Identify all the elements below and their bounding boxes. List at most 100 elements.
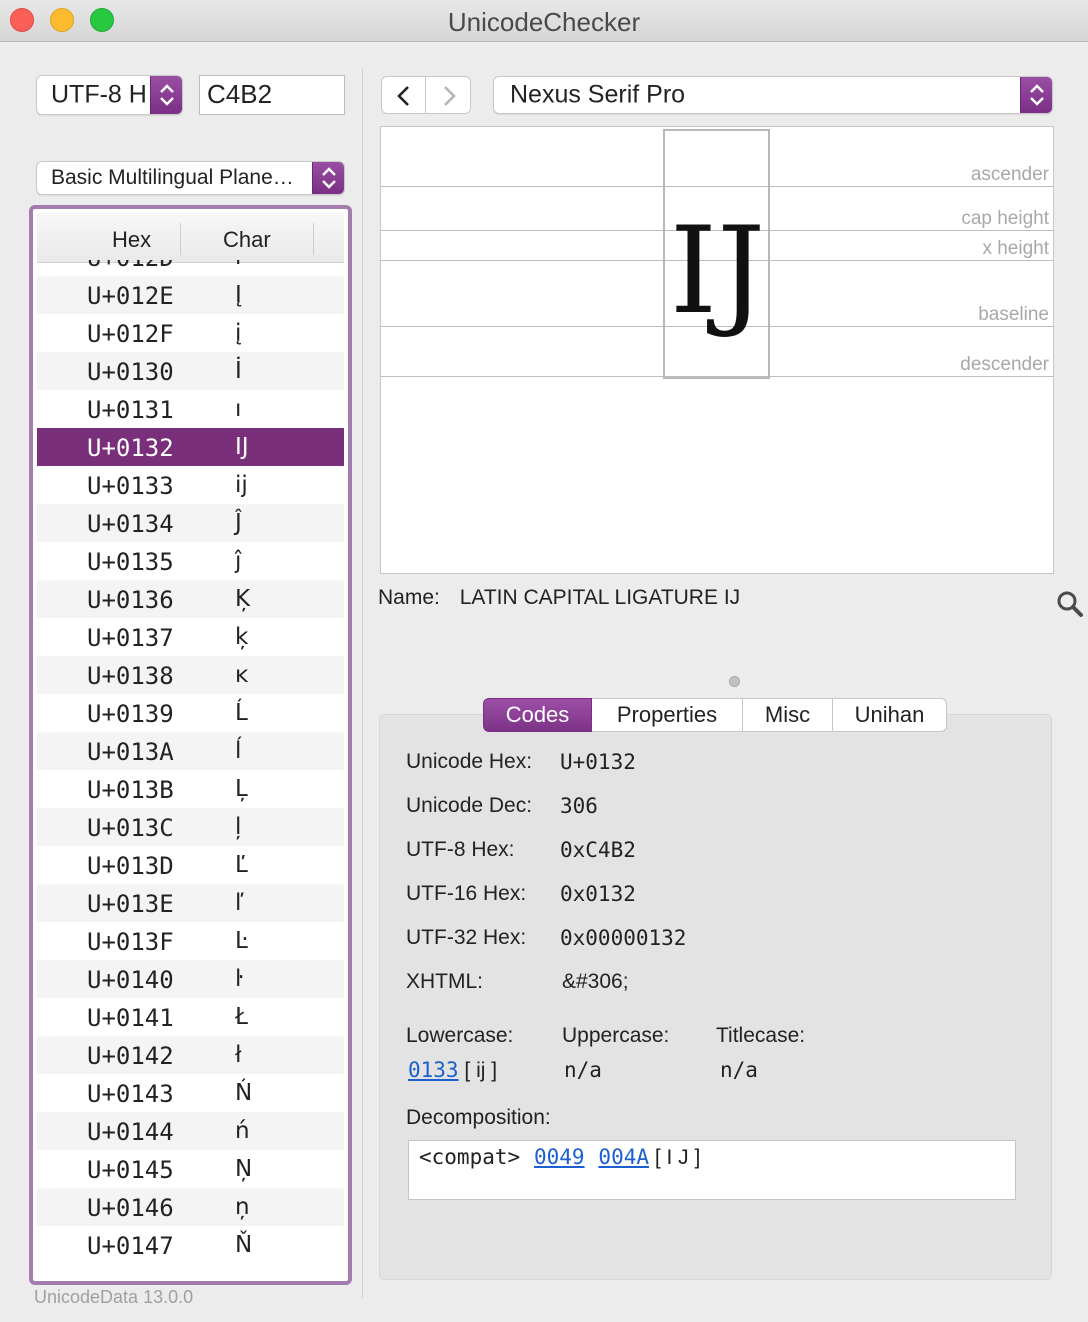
list-row[interactable]: U+0141 Ł (37, 998, 344, 1036)
row-hex: U+0142 (87, 1042, 174, 1070)
list-row[interactable]: U+012D ĭ (37, 260, 344, 276)
tab-unihan[interactable]: Unihan (833, 698, 947, 732)
row-hex: U+0136 (87, 586, 174, 614)
decomposition-label: Decomposition: (406, 1106, 551, 1129)
list-row[interactable]: U+0142 ł (37, 1036, 344, 1074)
list-row[interactable]: U+0147 Ň (37, 1226, 344, 1264)
hex-column-header[interactable]: Hex (112, 227, 151, 253)
row-char: ķ (235, 624, 249, 650)
encoded-value-field[interactable]: C4B2 (199, 75, 345, 115)
list-row[interactable]: U+0145 Ņ (37, 1150, 344, 1188)
row-hex: U+0137 (87, 624, 174, 652)
list-row[interactable]: U+012E Į (37, 276, 344, 314)
decomposition-field[interactable]: <compat> 0049 004A [ I J ] (408, 1140, 1016, 1200)
list-row[interactable]: U+0143 Ń (37, 1074, 344, 1112)
decomposition-link-004a[interactable]: 004A (598, 1145, 649, 1169)
updown-chevron-icon (322, 167, 336, 189)
search-icon[interactable] (1056, 590, 1084, 623)
row-char: Ĳ (235, 434, 249, 460)
character-list[interactable]: Hex Char U+012DĭU+012EĮU+012FįU+0130İU+0… (29, 205, 352, 1285)
list-row[interactable]: U+0135 ĵ (37, 542, 344, 580)
info-tabs: Codes Properties Misc Unihan (483, 698, 947, 732)
encoding-popup[interactable]: UTF-8 H (36, 75, 183, 115)
split-handle[interactable] (729, 676, 740, 687)
row-char: ı (235, 396, 242, 422)
plane-popup-stepper[interactable] (312, 162, 344, 194)
tab-codes[interactable]: Codes (483, 698, 592, 732)
uppercase-label: Uppercase: (562, 1024, 670, 1047)
decomposition-chars: [ I J ] (654, 1146, 701, 1169)
font-popup[interactable]: Nexus Serif Pro (493, 76, 1053, 114)
list-row[interactable]: U+013B Ļ (37, 770, 344, 808)
titlecase-value: n/a (720, 1058, 758, 1082)
title-bar: UnicodeChecker (0, 0, 1088, 42)
row-hex: U+012E (87, 282, 174, 310)
list-row[interactable]: U+013A ĺ (37, 732, 344, 770)
list-row[interactable]: U+0133 ĳ (37, 466, 344, 504)
list-row[interactable]: U+0136 Ķ (37, 580, 344, 618)
char-column-header[interactable]: Char (223, 227, 271, 253)
row-hex: U+013D (87, 852, 174, 880)
row-hex: U+0133 (87, 472, 174, 500)
row-char: ĸ (235, 662, 249, 688)
cap-height-label: cap height (961, 208, 1049, 229)
row-char: ľ (235, 890, 244, 916)
list-row[interactable]: U+013F Ŀ (37, 922, 344, 960)
row-hex: U+0135 (87, 548, 174, 576)
lowercase-value: 0133 [ ij ] (408, 1058, 497, 1083)
row-hex: U+0144 (87, 1118, 174, 1146)
row-hex: U+013E (87, 890, 174, 918)
character-name-row: Name: LATIN CAPITAL LIGATURE IJ (378, 586, 740, 610)
unicode-hex-value: U+0132 (560, 750, 636, 774)
encoding-popup-stepper[interactable] (150, 76, 182, 114)
list-row[interactable]: U+0146 ņ (37, 1188, 344, 1226)
list-row[interactable]: U+0139 Ĺ (37, 694, 344, 732)
decomposition-link-0049[interactable]: 0049 (534, 1145, 585, 1169)
row-char: Ľ (235, 852, 248, 878)
list-row[interactable]: U+013C ļ (37, 808, 344, 846)
row-hex: U+0132 (87, 434, 174, 462)
row-hex: U+012F (87, 320, 174, 348)
list-row[interactable]: U+0134 Ĵ (37, 504, 344, 542)
row-hex: U+0138 (87, 662, 174, 690)
list-row[interactable]: U+0131 ı (37, 390, 344, 428)
plane-popup[interactable]: Basic Multilingual Plane… (36, 161, 345, 195)
list-row[interactable]: U+013E ľ (37, 884, 344, 922)
row-char: Ņ (235, 1156, 253, 1182)
utf8-hex-label: UTF-8 Hex: (406, 838, 515, 861)
lowercase-link[interactable]: 0133 (408, 1058, 459, 1082)
row-hex: U+013C (87, 814, 174, 842)
back-button[interactable] (381, 76, 426, 114)
list-row[interactable]: U+0138 ĸ (37, 656, 344, 694)
split-view-divider[interactable] (362, 68, 363, 1298)
list-row[interactable]: U+0144 ń (37, 1112, 344, 1150)
plane-popup-label: Basic Multilingual Plane… (51, 166, 294, 189)
row-hex: U+0134 (87, 510, 174, 538)
row-hex: U+0130 (87, 358, 174, 386)
tab-misc[interactable]: Misc (743, 698, 833, 732)
row-hex: U+0147 (87, 1232, 174, 1260)
row-hex: U+012D (87, 260, 174, 272)
titlecase-label: Titlecase: (716, 1024, 806, 1047)
row-hex: U+0145 (87, 1156, 174, 1184)
forward-button[interactable] (426, 76, 471, 114)
list-row[interactable]: U+0132 Ĳ (37, 428, 344, 466)
list-row[interactable]: U+013D Ľ (37, 846, 344, 884)
descender-label: descender (960, 354, 1049, 375)
column-separator (180, 223, 181, 255)
font-popup-label: Nexus Serif Pro (510, 80, 686, 109)
tab-properties[interactable]: Properties (592, 698, 743, 732)
font-popup-stepper[interactable] (1020, 77, 1052, 113)
uppercase-value: n/a (564, 1058, 602, 1082)
row-char: Ł (235, 1004, 248, 1030)
list-row[interactable]: U+0130 İ (37, 352, 344, 390)
name-label: Name: (378, 586, 440, 609)
row-char: Ļ (235, 776, 248, 802)
list-row[interactable]: U+0140 ŀ (37, 960, 344, 998)
list-row[interactable]: U+012F į (37, 314, 344, 352)
xhtml-value: &#306; (562, 970, 629, 993)
chevron-right-icon (444, 86, 456, 106)
column-separator (313, 223, 314, 255)
list-row[interactable]: U+0137 ķ (37, 618, 344, 656)
unicode-hex-label: Unicode Hex: (406, 750, 533, 773)
